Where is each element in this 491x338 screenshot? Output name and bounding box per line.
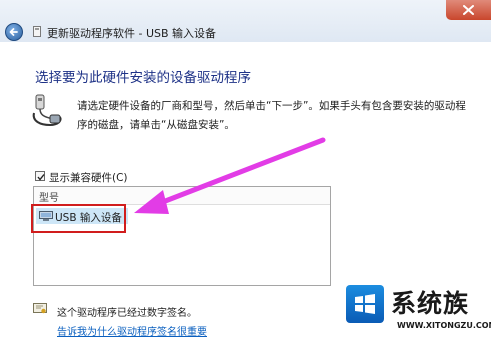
watermark-url: WWW.XITONGZU.COM xyxy=(397,321,491,330)
signed-driver-text: 这个驱动程序已经过数字签名。 xyxy=(57,308,197,319)
watermark: 系统族 WWW.XITONGZU.COM xyxy=(339,278,491,336)
windows-logo-icon xyxy=(346,285,384,323)
certificate-icon xyxy=(33,303,47,314)
watermark-text: 系统族 xyxy=(391,289,470,318)
